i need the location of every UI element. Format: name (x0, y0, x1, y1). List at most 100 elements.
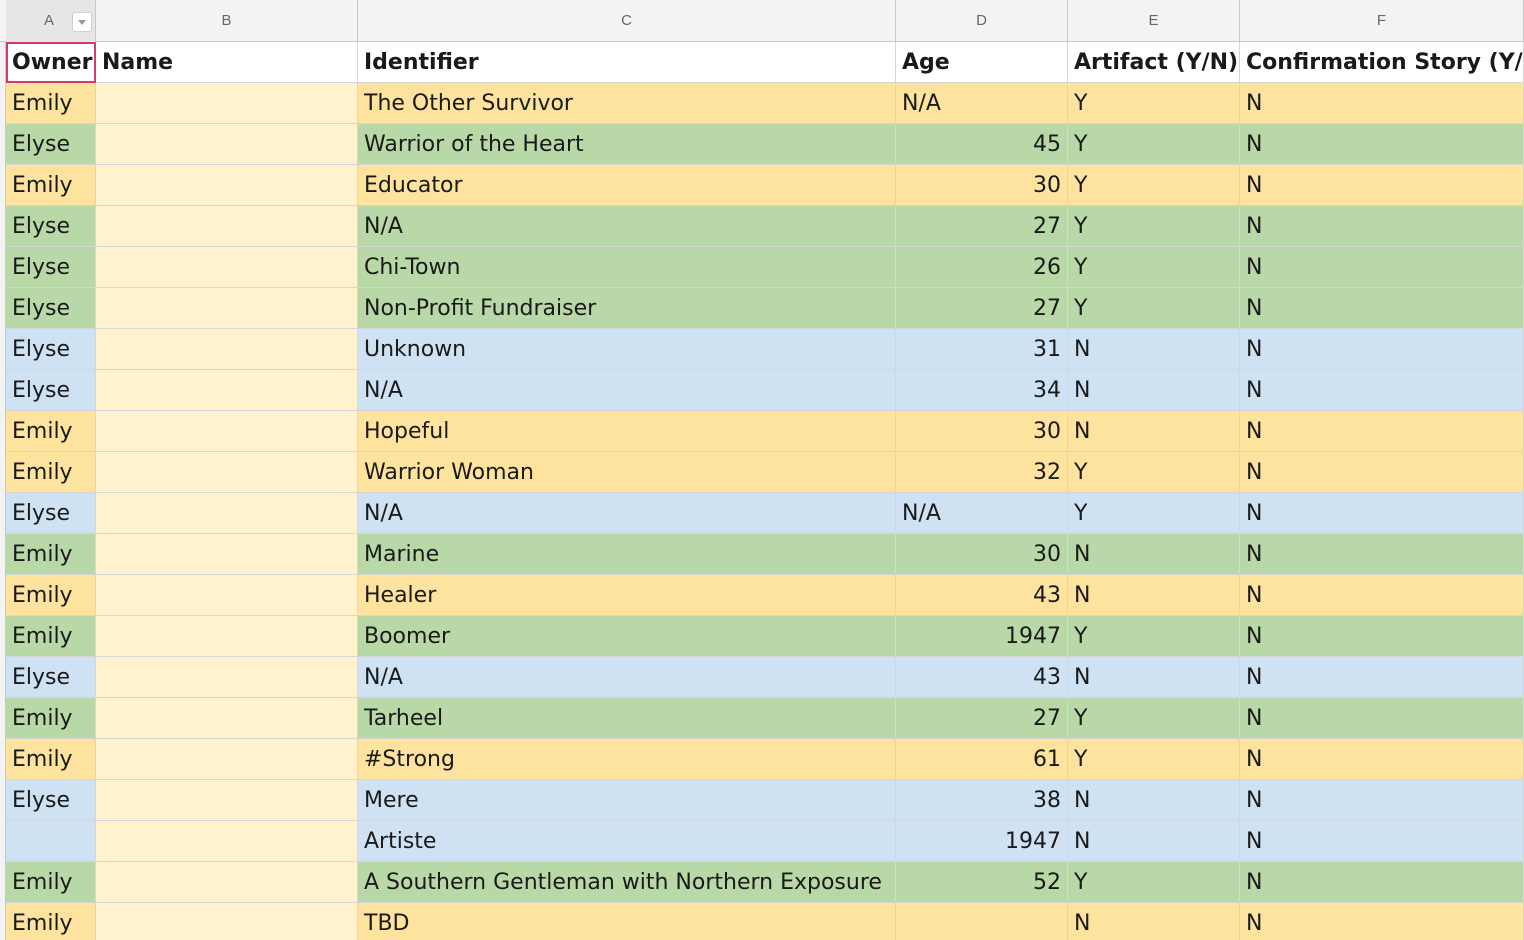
owner-cell[interactable]: Elyse (6, 780, 96, 821)
age-cell[interactable]: 27 (896, 698, 1068, 739)
artifact-cell[interactable]: Y (1068, 862, 1240, 903)
artifact-cell[interactable]: Y (1068, 124, 1240, 165)
owner-header-cell[interactable]: Owner (6, 42, 96, 83)
age-cell[interactable]: 1947 (896, 821, 1068, 862)
artifact-cell[interactable]: N (1068, 370, 1240, 411)
owner-cell[interactable]: Elyse (6, 288, 96, 329)
confirmation-cell[interactable]: N (1240, 288, 1524, 329)
owner-cell[interactable]: Elyse (6, 370, 96, 411)
name-cell[interactable] (96, 124, 358, 165)
artifact-cell[interactable]: Y (1068, 288, 1240, 329)
name-cell[interactable] (96, 616, 358, 657)
age-cell[interactable]: 27 (896, 206, 1068, 247)
name-cell[interactable] (96, 206, 358, 247)
owner-cell[interactable]: Emily (6, 698, 96, 739)
column-b-header[interactable]: B (96, 0, 358, 42)
name-cell[interactable] (96, 452, 358, 493)
confirmation-cell[interactable]: N (1240, 698, 1524, 739)
owner-cell[interactable]: Elyse (6, 206, 96, 247)
identifier-cell[interactable]: Mere (358, 780, 896, 821)
name-cell[interactable] (96, 739, 358, 780)
name-cell[interactable] (96, 165, 358, 206)
confirmation-cell[interactable]: N (1240, 83, 1524, 124)
name-cell[interactable] (96, 329, 358, 370)
age-cell[interactable]: 34 (896, 370, 1068, 411)
identifier-cell[interactable]: N/A (358, 370, 896, 411)
owner-cell[interactable]: Elyse (6, 124, 96, 165)
identifier-cell[interactable]: Warrior Woman (358, 452, 896, 493)
confirmation-cell[interactable]: N (1240, 165, 1524, 206)
identifier-cell[interactable]: N/A (358, 493, 896, 534)
confirmation-cell[interactable]: N (1240, 575, 1524, 616)
confirmation-cell[interactable]: N (1240, 616, 1524, 657)
owner-cell[interactable]: Elyse (6, 493, 96, 534)
owner-cell[interactable]: Emily (6, 452, 96, 493)
identifier-cell[interactable]: Boomer (358, 616, 896, 657)
identifier-cell[interactable]: N/A (358, 657, 896, 698)
owner-cell[interactable]: Elyse (6, 329, 96, 370)
age-cell[interactable]: 32 (896, 452, 1068, 493)
column-f-header[interactable]: F (1240, 0, 1524, 42)
age-cell[interactable]: 43 (896, 575, 1068, 616)
identifier-cell[interactable]: Hopeful (358, 411, 896, 452)
artifact-cell[interactable]: Y (1068, 493, 1240, 534)
age-cell[interactable]: 27 (896, 288, 1068, 329)
confirmation-cell[interactable]: N (1240, 739, 1524, 780)
owner-cell[interactable]: Emily (6, 411, 96, 452)
owner-cell[interactable]: Elyse (6, 247, 96, 288)
owner-cell[interactable]: Emily (6, 862, 96, 903)
artifact-cell[interactable]: N (1068, 780, 1240, 821)
identifier-cell[interactable]: Non-Profit Fundraiser (358, 288, 896, 329)
column-a-header[interactable]: A (6, 0, 96, 42)
artifact-cell[interactable]: Y (1068, 247, 1240, 288)
artifact-cell[interactable]: N (1068, 903, 1240, 940)
age-cell[interactable]: 38 (896, 780, 1068, 821)
age-cell[interactable]: N/A (896, 83, 1068, 124)
age-header-cell[interactable]: Age (896, 42, 1068, 83)
confirmation-cell[interactable]: N (1240, 370, 1524, 411)
name-cell[interactable] (96, 575, 358, 616)
name-cell[interactable] (96, 288, 358, 329)
artifact-cell[interactable]: Y (1068, 739, 1240, 780)
owner-cell[interactable]: Emily (6, 83, 96, 124)
age-cell[interactable]: 30 (896, 165, 1068, 206)
artifact-cell[interactable]: Y (1068, 83, 1240, 124)
owner-cell[interactable]: Emily (6, 575, 96, 616)
identifier-cell[interactable]: Healer (358, 575, 896, 616)
age-cell[interactable]: 30 (896, 411, 1068, 452)
owner-cell[interactable]: Emily (6, 903, 96, 940)
column-c-header[interactable]: C (358, 0, 896, 42)
confirmation-cell[interactable]: N (1240, 411, 1524, 452)
confirmation-cell[interactable]: N (1240, 206, 1524, 247)
identifier-cell[interactable]: N/A (358, 206, 896, 247)
confirmation-cell[interactable]: N (1240, 862, 1524, 903)
artifact-cell[interactable]: N (1068, 821, 1240, 862)
confirmation-cell[interactable]: N (1240, 657, 1524, 698)
name-cell[interactable] (96, 411, 358, 452)
artifact-cell[interactable]: Y (1068, 698, 1240, 739)
age-cell[interactable]: 30 (896, 534, 1068, 575)
confirmation-cell[interactable]: N (1240, 124, 1524, 165)
owner-cell[interactable]: Emily (6, 165, 96, 206)
artifact-cell[interactable]: N (1068, 534, 1240, 575)
artifact-header-cell[interactable]: Artifact (Y/N) (1068, 42, 1240, 83)
identifier-cell[interactable]: A Southern Gentleman with Northern Expos… (358, 862, 896, 903)
identifier-cell[interactable]: Educator (358, 165, 896, 206)
name-cell[interactable] (96, 493, 358, 534)
age-cell[interactable]: 45 (896, 124, 1068, 165)
age-cell[interactable]: 61 (896, 739, 1068, 780)
column-e-header[interactable]: E (1068, 0, 1240, 42)
confirmation-cell[interactable]: N (1240, 329, 1524, 370)
name-cell[interactable] (96, 862, 358, 903)
identifier-cell[interactable]: Marine (358, 534, 896, 575)
identifier-cell[interactable]: The Other Survivor (358, 83, 896, 124)
age-cell[interactable]: 31 (896, 329, 1068, 370)
owner-cell[interactable] (6, 821, 96, 862)
age-cell[interactable]: N/A (896, 493, 1068, 534)
confirmation-cell[interactable]: N (1240, 534, 1524, 575)
age-cell[interactable]: 43 (896, 657, 1068, 698)
name-cell[interactable] (96, 83, 358, 124)
name-cell[interactable] (96, 370, 358, 411)
age-cell[interactable] (896, 903, 1068, 940)
identifier-header-cell[interactable]: Identifier (358, 42, 896, 83)
